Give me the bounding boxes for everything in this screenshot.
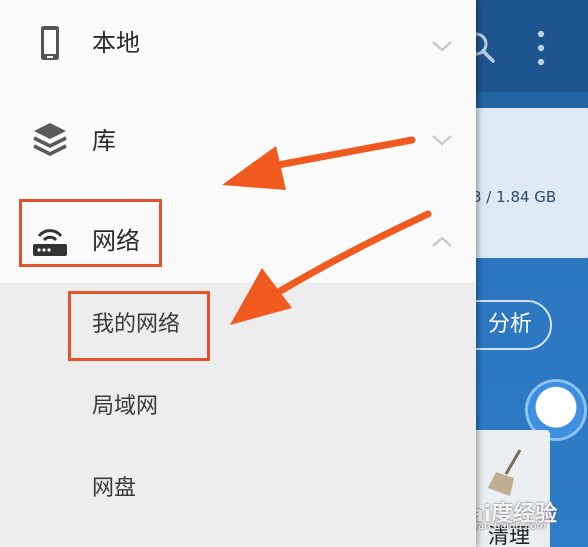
submenu-item-cloud-drive[interactable]: 网盘 [0, 450, 476, 530]
more-options-icon[interactable] [528, 28, 554, 68]
highlight-box-my-network [68, 291, 210, 361]
chevron-down-icon[interactable] [430, 38, 454, 54]
drawer-item-label: 库 [92, 127, 116, 155]
navigation-drawer: 本地 库 网络 我的网络 局域网 网盘 [0, 0, 476, 547]
submenu-item-lan[interactable]: 局域网 [0, 368, 476, 448]
chevron-up-icon[interactable] [430, 234, 454, 250]
storage-usage-text: 3 / 1.84 GB [472, 188, 557, 206]
drawer-item-local[interactable]: 本地 [0, 4, 476, 84]
phone-icon [41, 26, 59, 60]
submenu-item-label: 网盘 [92, 476, 137, 501]
chevron-down-icon[interactable] [430, 132, 454, 148]
highlight-box-network [19, 199, 162, 267]
broom-icon [488, 449, 522, 496]
submenu-item-label: 局域网 [92, 394, 159, 419]
screen: 3 / 1.84 GB 分析 清理 Bai度经验 jingyan.baidu.c… [0, 0, 588, 547]
drawer-item-library[interactable]: 库 [0, 102, 476, 182]
drawer-item-label: 本地 [92, 29, 140, 57]
layers-icon [33, 123, 67, 156]
